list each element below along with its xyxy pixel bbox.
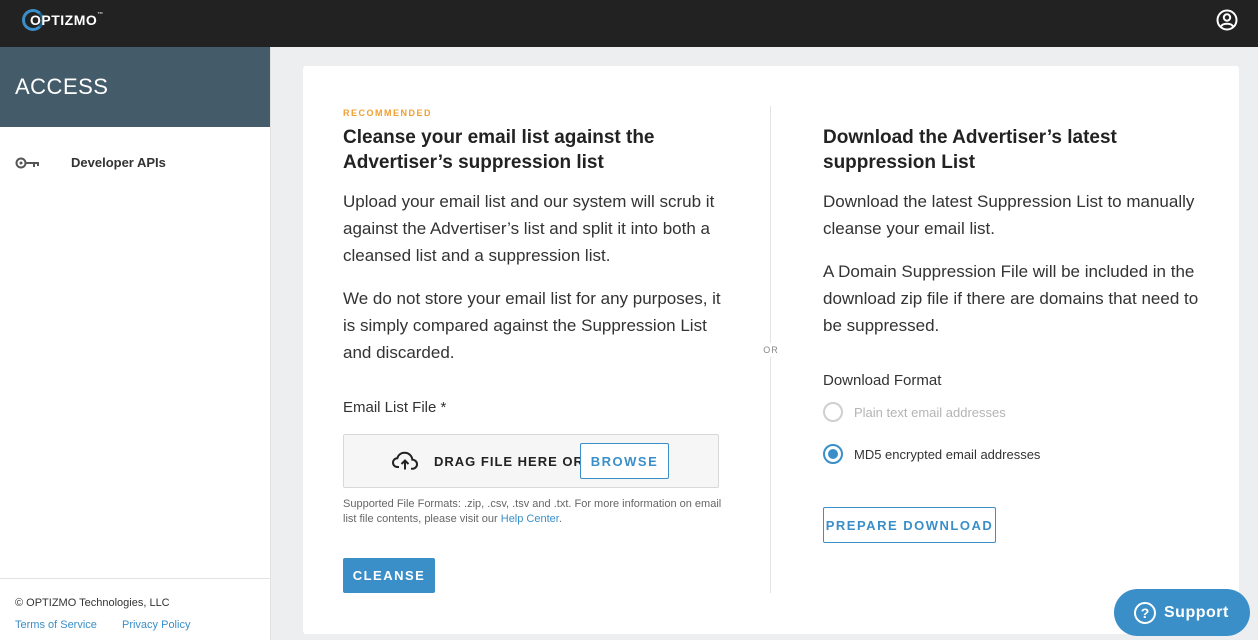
radio-plain-text[interactable]: Plain text email addresses xyxy=(823,402,1006,422)
logo-text: OPTIZMO™ xyxy=(30,12,104,28)
sidebar-footer: © OPTIZMO Technologies, LLC Terms of Ser… xyxy=(0,578,270,640)
privacy-policy-link[interactable]: Privacy Policy xyxy=(122,619,190,631)
sidebar-item-developer-apis[interactable]: Developer APIs xyxy=(0,143,270,183)
cleanse-heading: Cleanse your email list against the Adve… xyxy=(343,127,655,173)
sidebar-title: ACCESS xyxy=(0,47,270,127)
key-icon xyxy=(15,157,39,169)
support-button[interactable]: ? Support xyxy=(1114,589,1250,636)
domain-suppression-note: A Domain Suppression File will be includ… xyxy=(823,262,1199,335)
download-description: Download the latest Suppression List to … xyxy=(823,192,1195,238)
cleanse-button[interactable]: CLEANSE xyxy=(343,558,435,593)
recommended-label: RECOMMENDED xyxy=(343,108,433,118)
cloud-upload-icon xyxy=(392,451,418,470)
help-center-link[interactable]: Help Center xyxy=(501,513,559,525)
radio-md5[interactable]: MD5 encrypted email addresses xyxy=(823,444,1040,464)
support-label: Support xyxy=(1164,603,1229,621)
radio-label: Plain text email addresses xyxy=(854,404,1006,420)
question-icon: ? xyxy=(1134,601,1156,624)
cleanse-section: RECOMMENDED Cleanse your email list agai… xyxy=(343,108,723,366)
suppression-card: OR RECOMMENDED Cleanse your email list a… xyxy=(303,66,1239,634)
drag-file-text: DRAG FILE HERE OR xyxy=(434,454,584,469)
supported-formats-text: Supported File Formats: .zip, .csv, .tsv… xyxy=(343,498,722,525)
cleanse-description: Upload your email list and our system wi… xyxy=(343,192,715,265)
download-section: Download the Advertiser’s latest suppres… xyxy=(823,108,1203,339)
download-heading: Download the Advertiser’s latest suppres… xyxy=(823,127,1117,173)
sidebar-item-label: Developer APIs xyxy=(71,155,166,170)
browse-button[interactable]: BROWSE xyxy=(580,443,669,479)
download-format-label: Download Format xyxy=(823,372,942,389)
or-label: OR xyxy=(756,343,786,357)
radio-button-checked[interactable] xyxy=(823,444,843,464)
copyright-text: © OPTIZMO Technologies, LLC xyxy=(15,597,170,609)
sidebar: ACCESS Developer APIs © OPTIZMO Technolo… xyxy=(0,47,271,640)
radio-button-unchecked[interactable] xyxy=(823,402,843,422)
file-dropzone[interactable]: DRAG FILE HERE OR BROWSE xyxy=(343,434,719,488)
footer-links: Terms of Service Privacy Policy xyxy=(15,619,255,631)
prepare-download-button[interactable]: PREPARE DOWNLOAD xyxy=(823,507,996,543)
terms-of-service-link[interactable]: Terms of Service xyxy=(15,619,97,631)
optizmo-logo[interactable]: OPTIZMO™ xyxy=(22,8,104,32)
top-bar: OPTIZMO™ xyxy=(0,0,1258,47)
radio-label: MD5 encrypted email addresses xyxy=(854,446,1041,462)
cleanse-privacy-note: We do not store your email list for any … xyxy=(343,289,721,362)
email-list-file-label: Email List File * xyxy=(343,399,447,416)
user-account-icon[interactable] xyxy=(1216,9,1238,31)
eyebrow-spacer xyxy=(823,108,1203,122)
